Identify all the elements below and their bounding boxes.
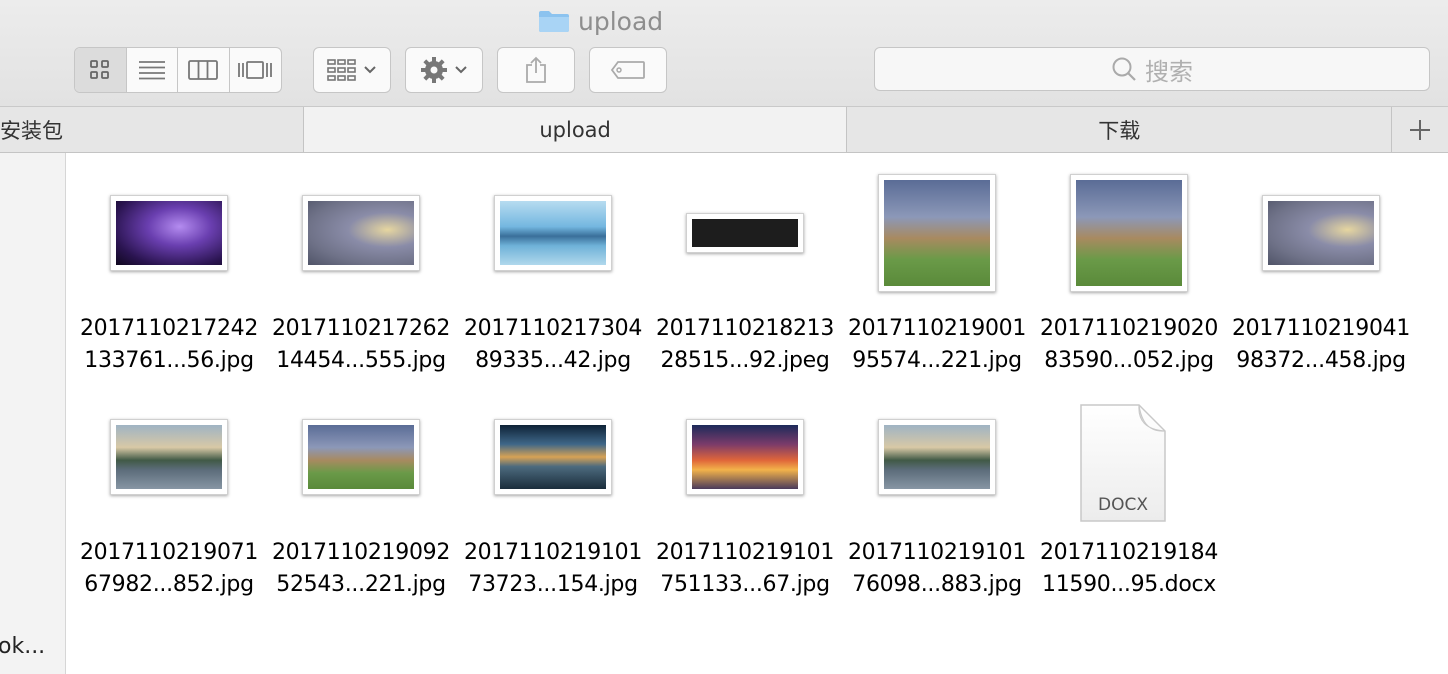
file-name-line2: 98372...458.jpg [1236, 348, 1406, 373]
folder-icon [538, 9, 570, 33]
file-item[interactable]: 2017110219101 76098...883.jpg [841, 397, 1033, 601]
file-item[interactable]: 2017110219071 67982...852.jpg [73, 397, 265, 601]
file-item[interactable]: 2017110218213 28515...92.jpeg [649, 173, 841, 377]
file-grid: 2017110217242 133761...56.jpg 2017110217… [67, 153, 1448, 674]
search-placeholder: 搜索 [1145, 57, 1193, 86]
file-item[interactable]: 2017110219001 95574...221.jpg [841, 173, 1033, 377]
gear-icon [421, 57, 447, 83]
action-menu-button[interactable] [405, 47, 483, 93]
file-thumbnail [110, 195, 228, 271]
group-by-button[interactable] [313, 47, 391, 93]
list-view-button[interactable] [127, 48, 178, 92]
chevron-down-icon [455, 66, 467, 74]
list-icon [138, 61, 165, 80]
tab-bar: 安装包 upload 下载 [0, 107, 1448, 153]
file-name-line2: 28515...92.jpeg [660, 348, 830, 373]
file-name-line1: 2017110219184 [1039, 540, 1219, 565]
file-name-line2: 89335...42.jpg [475, 348, 631, 373]
tab-upload[interactable]: upload [303, 107, 848, 152]
window-title: upload [538, 6, 663, 36]
file-thumbnail [686, 213, 804, 253]
file-name-line2: 133761...56.jpg [84, 348, 254, 373]
file-name-line1: 2017110219101 [463, 540, 643, 565]
file-name-line1: 2017110219071 [79, 540, 259, 565]
tab-installers[interactable]: 安装包 [0, 107, 304, 152]
file-name-line1: 2017110219101 [847, 540, 1027, 565]
tab-label: upload [539, 117, 611, 142]
file-thumbnail [1070, 174, 1188, 292]
share-icon [526, 56, 546, 83]
sidebar: ok... [0, 153, 66, 674]
file-item[interactable]: 2017110217262 14454...555.jpg [265, 173, 457, 377]
file-name-line2: 95574...221.jpg [852, 348, 1022, 373]
file-item[interactable]: 2017110219041 98372...458.jpg [1225, 173, 1417, 377]
file-thumbnail [302, 195, 420, 271]
file-name-line2: 751133...67.jpg [660, 572, 830, 597]
file-name-line1: 2017110217304 [463, 316, 643, 341]
file-name-line1: 2017110219001 [847, 316, 1027, 341]
cover-flow-view-button[interactable] [230, 48, 282, 92]
file-name-line2: 11590...95.docx [1042, 572, 1216, 597]
search-icon [1112, 57, 1136, 81]
file-name-line1: 2017110219092 [271, 540, 451, 565]
share-button[interactable] [497, 47, 575, 93]
file-thumbnail [110, 419, 228, 495]
file-name-line1: 2017110217242 [79, 316, 259, 341]
file-name-line1: 2017110219041 [1231, 316, 1411, 341]
file-name-line1: 2017110219020 [1039, 316, 1219, 341]
file-thumbnail [494, 195, 612, 271]
tags-button[interactable] [589, 47, 667, 93]
file-name-line2: 52543...221.jpg [276, 572, 446, 597]
search-field[interactable]: 搜索 [874, 47, 1430, 91]
file-item[interactable]: 2017110219101 73723...154.jpg [457, 397, 649, 601]
plus-icon [1410, 119, 1431, 140]
file-name-line1: 2017110217262 [271, 316, 451, 341]
tab-label: 下载 [1098, 118, 1141, 143]
icon-grid-icon [90, 60, 110, 79]
file-item[interactable]: DOCX 2017110219184 11590...95.docx [1033, 377, 1225, 601]
file-name-line2: 83590...052.jpg [1044, 348, 1214, 373]
toolbar: upload 搜索 [0, 0, 1448, 107]
file-name-line1: 2017110219101 [655, 540, 835, 565]
view-mode-control [74, 47, 282, 93]
file-item[interactable]: 2017110219020 83590...052.jpg [1033, 173, 1225, 377]
file-thumbnail [878, 419, 996, 495]
file-thumbnail [494, 419, 612, 495]
tab-downloads[interactable]: 下载 [847, 107, 1393, 152]
file-thumbnail [878, 174, 996, 292]
chevron-down-icon [364, 66, 376, 74]
docx-badge: DOCX [1098, 495, 1148, 515]
file-thumbnail [686, 419, 804, 495]
docx-file-icon: DOCX [1079, 403, 1167, 523]
file-item[interactable]: 2017110217304 89335...42.jpg [457, 173, 649, 377]
group-grid-icon [327, 59, 356, 81]
new-tab-button[interactable] [1392, 107, 1448, 152]
sidebar-item[interactable]: ok... [0, 634, 45, 659]
file-thumbnail [302, 419, 420, 495]
window-title-text: upload [578, 6, 664, 36]
icon-view-button[interactable] [75, 48, 127, 92]
tag-icon [610, 61, 645, 79]
file-item[interactable]: 2017110217242 133761...56.jpg [73, 173, 265, 377]
cover-flow-icon [238, 61, 273, 79]
column-view-button[interactable] [178, 48, 230, 92]
file-thumbnail [1262, 195, 1380, 271]
file-name-line2: 14454...555.jpg [276, 348, 446, 373]
tab-label: 安装包 [0, 118, 63, 143]
file-name-line2: 67982...852.jpg [84, 572, 254, 597]
file-item[interactable]: 2017110219092 52543...221.jpg [265, 397, 457, 601]
columns-icon [188, 60, 219, 80]
file-item[interactable]: 2017110219101 751133...67.jpg [649, 397, 841, 601]
file-name-line2: 76098...883.jpg [852, 572, 1022, 597]
file-name-line1: 2017110218213 [655, 316, 835, 341]
file-name-line2: 73723...154.jpg [468, 572, 638, 597]
